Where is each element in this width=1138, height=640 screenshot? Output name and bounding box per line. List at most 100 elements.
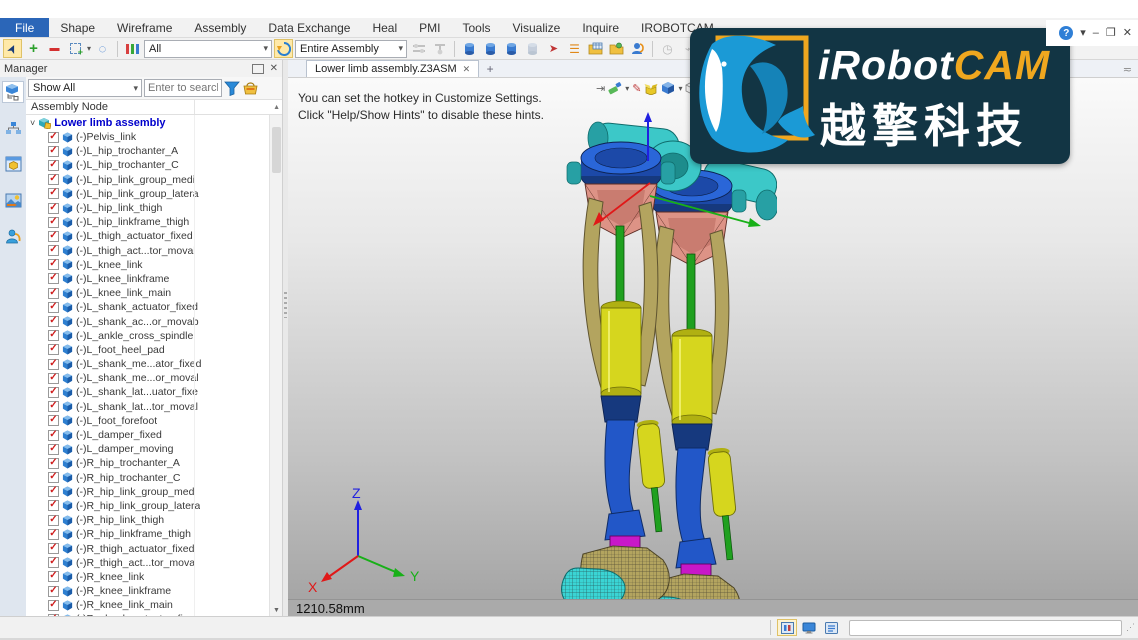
hierarchy-manager-tab[interactable] [2,117,24,139]
visibility-checkbox[interactable]: ✓ [48,146,59,157]
drag-component-button[interactable]: ➤ [544,39,563,58]
open-box-icon[interactable] [644,80,658,96]
exit-view-icon[interactable]: ⇥ [596,80,605,96]
visibility-checkbox[interactable]: ✓ [48,217,59,228]
visibility-checkbox[interactable]: ✓ [48,373,59,384]
visibility-checkbox[interactable]: ✓ [48,273,59,284]
tree-node-row[interactable]: ✓ (-)R_knee_linkframe [26,584,282,598]
constrain-rotate-button[interactable] [481,39,500,58]
show-filter-dropdown[interactable]: Show All ▾ [28,79,142,97]
publish-set-button[interactable] [628,39,647,58]
tree-node-row[interactable]: ✓ (-)R_hip_linkframe_thigh [26,527,282,541]
scrollbar-thumb[interactable] [272,127,281,173]
visibility-checkbox[interactable]: ✓ [48,557,59,568]
float-panel-button[interactable] [252,64,264,74]
menu-item[interactable]: Tools [452,18,502,37]
tree-node-row[interactable]: ✓ (-)L_hip_link_thigh [26,201,282,215]
filter-funnel-icon[interactable] [224,81,240,96]
render-style-icon[interactable] [608,80,622,96]
tree-node-row[interactable]: ✓ (-)L_hip_link_group_medi [26,173,282,187]
tree-node-row[interactable]: ✓ (-)L_shank_ac...or_movab [26,314,282,328]
ribbon-collapse-icon[interactable]: ≂ [1123,63,1132,76]
menu-item[interactable]: Inquire [571,18,630,37]
chevron-down-icon[interactable]: ▾ [678,84,682,93]
menu-item[interactable]: Data Exchange [257,18,361,37]
visibility-checkbox[interactable]: ✓ [48,600,59,611]
tree-node-row[interactable]: ✓ (-)L_damper_fixed [26,428,282,442]
constrain-extra-button[interactable] [523,39,542,58]
tree-node-row[interactable]: ✓ (-)R_knee_link [26,570,282,584]
visibility-checkbox[interactable]: ✓ [48,288,59,299]
tree-node-row[interactable]: ✓ (-)L_thigh_act...tor_moval [26,244,282,258]
new-tab-button[interactable]: + [479,60,501,77]
search-input[interactable] [144,79,222,97]
scroll-down-icon[interactable]: ▼ [270,607,282,614]
visibility-checkbox[interactable]: ✓ [48,529,59,540]
menu-item[interactable]: Shape [49,18,106,37]
constrain-align-button[interactable] [502,39,521,58]
visual-manager-tab[interactable] [2,189,24,211]
visibility-checkbox[interactable]: ✓ [48,571,59,582]
tree-node-row[interactable]: ✓ (-)L_shank_lat...tor_moval [26,400,282,414]
scroll-up-icon[interactable]: ▲ [273,104,280,111]
basket-icon[interactable] [242,81,259,95]
tree-node-row[interactable]: ✓ (-)L_thigh_actuator_fixed [26,229,282,243]
visibility-checkbox[interactable]: ✓ [48,188,59,199]
menu-item[interactable]: Assembly [183,18,257,37]
visibility-checkbox[interactable]: ✓ [48,245,59,256]
visibility-checkbox[interactable]: ✓ [48,387,59,398]
menu-item[interactable]: Wireframe [106,18,183,37]
display-filter-button[interactable] [123,39,142,58]
collapse-caret-icon[interactable]: ˅ [30,118,35,128]
visibility-checkbox[interactable]: ✓ [48,401,59,412]
tree-node-row[interactable]: ✓ (-)L_ankle_cross_spindle [26,329,282,343]
document-tab[interactable]: Lower limb assembly.Z3ASM ✕ [306,60,479,77]
visibility-checkbox[interactable]: ✓ [48,174,59,185]
visibility-checkbox[interactable]: ✓ [48,543,59,554]
visibility-checkbox[interactable]: ✓ [48,415,59,426]
tree-node-row[interactable]: ✓ (-)L_hip_linkframe_thigh [26,215,282,229]
tree-node-row[interactable]: ✓ (-)R_thigh_actuator_fixed [26,541,282,555]
tree-node-row[interactable]: ✓ (-)Pelvis_link [26,130,282,144]
anchor-button[interactable] [430,39,449,58]
chevron-down-icon[interactable]: ▾ [1080,28,1086,39]
align-button[interactable] [409,39,428,58]
tree-node-row[interactable]: ✓ (-)R_hip_link_group_latera [26,499,282,513]
visibility-checkbox[interactable]: ✓ [48,486,59,497]
display-filter-dropdown[interactable]: All ▾ [144,40,272,58]
minimize-button[interactable]: – [1093,28,1099,39]
history-button[interactable]: ◷ [658,39,677,58]
menu-item[interactable]: Heal [361,18,408,37]
menu-item[interactable]: Visualize [502,18,572,37]
tree-node-row[interactable]: ✓ (-)L_knee_linkframe [26,272,282,286]
visibility-checkbox[interactable]: ✓ [48,302,59,313]
constraint-list-button[interactable]: ☰ [565,39,584,58]
visibility-checkbox[interactable]: ✓ [48,316,59,327]
visibility-checkbox[interactable]: ✓ [48,203,59,214]
role-manager-tab[interactable] [2,225,24,247]
visibility-checkbox[interactable]: ✓ [48,586,59,597]
menu-item[interactable]: File [0,18,49,37]
tree-node-row[interactable]: ✓ (-)L_shank_lat...uator_fixe [26,385,282,399]
tree-node-row[interactable]: ✓ (-)L_hip_trochanter_A [26,144,282,158]
shaded-cube-icon[interactable] [661,80,675,96]
tree-node-row[interactable]: ✓ (-)L_knee_link_main [26,286,282,300]
delete-component-button[interactable]: ▬ [45,39,64,58]
insert-component-button[interactable]: + [24,39,43,58]
scope-dropdown[interactable]: Entire Assembly ▾ [295,40,407,58]
tree-node-row[interactable]: ✓ (-)L_hip_link_group_latera [26,187,282,201]
visibility-checkbox[interactable]: ✓ [48,515,59,526]
menu-item[interactable]: PMI [408,18,451,37]
panel-toggle-button[interactable] [777,619,797,636]
resize-grip-icon[interactable]: ⋰ [1126,622,1138,633]
tree-node-row[interactable]: ✓ (-)R_knee_link_main [26,598,282,612]
visibility-checkbox[interactable]: ✓ [48,132,59,143]
regen-assembly-button[interactable] [274,39,293,58]
visibility-checkbox[interactable]: ✓ [48,160,59,171]
restore-button[interactable]: ❐ [1106,28,1116,39]
reference-circle-button[interactable]: ◌ [93,39,112,58]
reuse-library-button[interactable] [607,39,626,58]
chevron-down-icon[interactable]: ▾ [87,44,91,53]
status-input[interactable] [849,620,1122,636]
visibility-checkbox[interactable]: ✓ [48,500,59,511]
